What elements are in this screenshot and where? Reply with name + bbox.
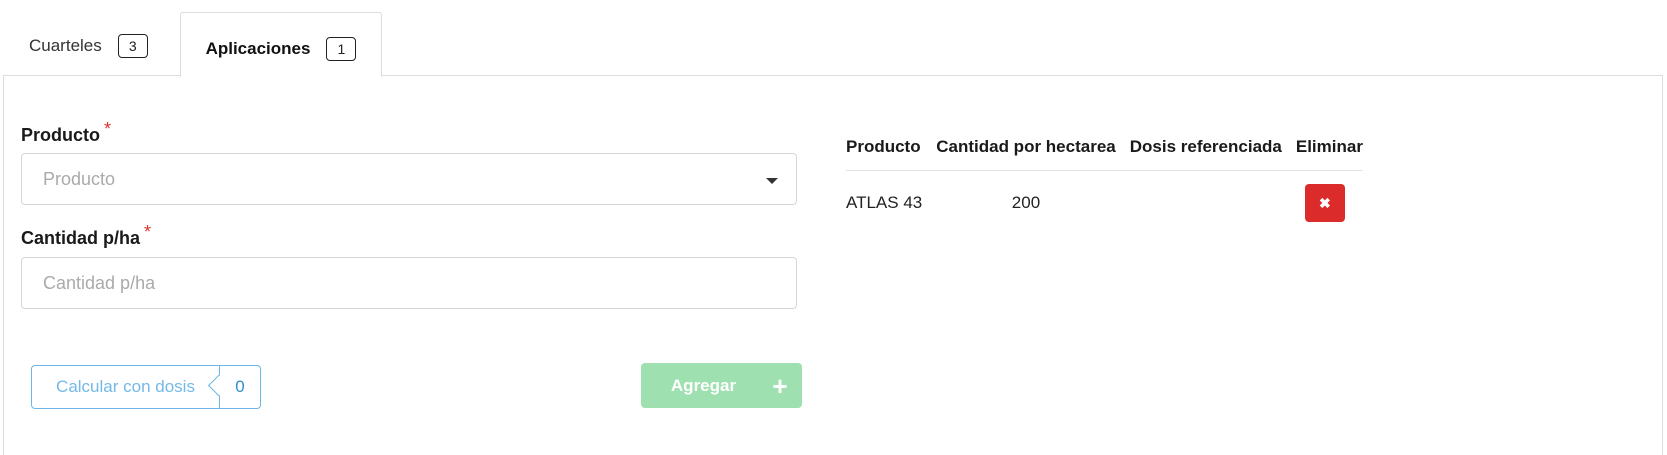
aplicaciones-table: Producto Cantidad por hectarea Dosis ref… xyxy=(846,124,1363,235)
count-badge: 3 xyxy=(117,34,148,58)
cell-dosis xyxy=(1130,171,1296,236)
required-marker: * xyxy=(104,119,112,139)
agregar-label: Agregar xyxy=(670,375,737,395)
column-header-dosis: Dosis referenciada xyxy=(1129,124,1296,171)
column-header-cantidad: Cantidad por hectarea xyxy=(936,124,1130,171)
table-row: ATLAS 43 200 ✖ xyxy=(846,171,1363,236)
producto-select[interactable]: Producto xyxy=(21,153,797,205)
column-header-producto: Producto xyxy=(846,124,937,171)
count-badge: 1 xyxy=(326,37,357,61)
calcular-con-dosis-button[interactable]: Calcular con dosis 0 xyxy=(31,365,261,409)
table-header-row: Producto Cantidad por hectarea Dosis ref… xyxy=(846,124,1363,171)
column-header-eliminar: Eliminar xyxy=(1295,124,1363,171)
producto-label-text: Producto xyxy=(21,125,100,145)
producto-placeholder: Producto xyxy=(43,168,116,189)
cell-eliminar: ✖ xyxy=(1296,171,1363,236)
close-icon: ✖ xyxy=(1319,194,1331,211)
tab-aplicaciones[interactable]: Aplicaciones 1 xyxy=(180,12,382,77)
plus-icon: + xyxy=(772,370,788,401)
cell-cantidad: 200 xyxy=(1011,193,1041,212)
chevron-down-icon xyxy=(766,178,778,184)
delete-button[interactable]: ✖ xyxy=(1304,184,1345,222)
tab-bar: Cuarteles 3 Aplicaciones 1 xyxy=(0,0,1667,77)
cantidad-label-text: Cantidad p/ha xyxy=(21,228,141,248)
cantidad-label: Cantidad p/ha * xyxy=(21,222,151,249)
cantidad-input[interactable] xyxy=(43,272,796,294)
producto-label: Producto * xyxy=(21,119,111,146)
cell-producto: ATLAS 43 xyxy=(846,193,923,212)
required-marker: * xyxy=(144,222,152,242)
calcular-label: Calcular con dosis xyxy=(56,377,195,396)
dosis-count: 0 xyxy=(219,366,260,408)
tab-label: Cuarteles xyxy=(29,36,102,55)
agregar-button[interactable]: Agregar + xyxy=(641,363,802,408)
tab-label: Aplicaciones xyxy=(205,39,311,58)
tab-cuarteles[interactable]: Cuarteles 3 xyxy=(29,31,148,61)
cantidad-field-wrapper xyxy=(21,257,797,309)
